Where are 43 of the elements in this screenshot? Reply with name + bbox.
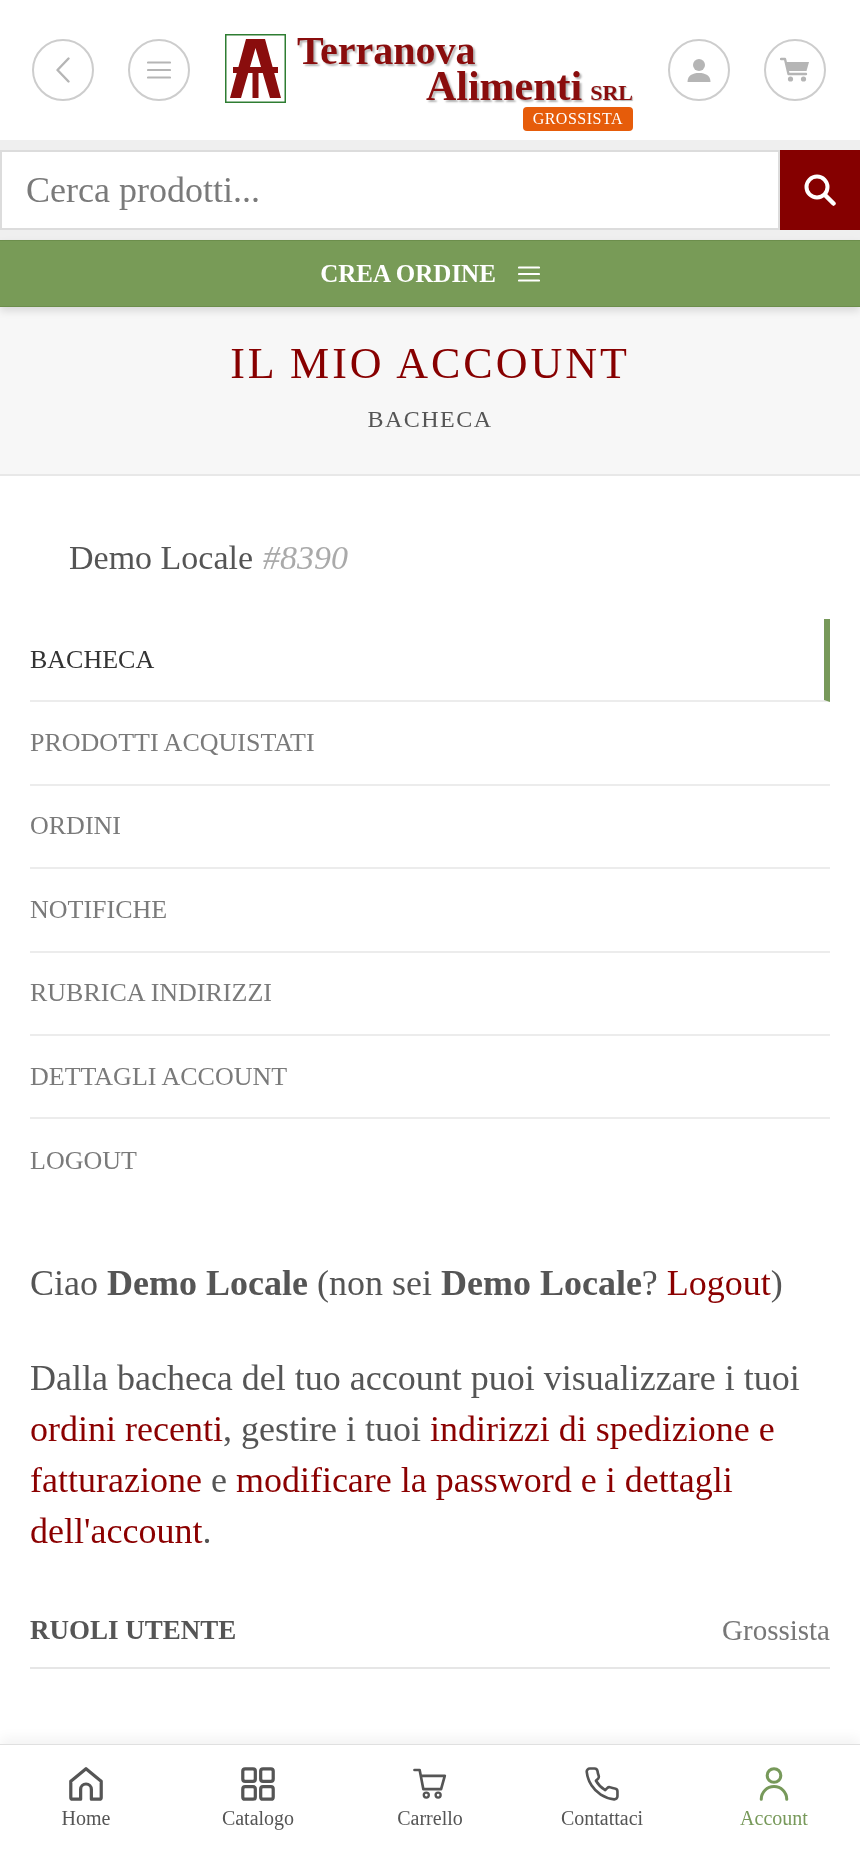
nav-tab[interactable]: Home <box>55 1745 117 1833</box>
menu-item[interactable]: DETTAGLI ACCOUNT <box>30 1035 830 1120</box>
text-link[interactable]: fatturazione <box>30 1459 202 1500</box>
dashboard-description: Dalla bacheca del tuo account puoi visualizzare i tuoi ordini recenti, gestire i tuoi indirizzi di spedizione e fatturazione e modificare la password e i dettagli dell'account. <box>30 1356 801 1553</box>
grid-icon <box>241 1767 275 1801</box>
menu-item[interactable]: BACHECA <box>30 619 830 703</box>
search-button[interactable] <box>780 150 860 230</box>
nav-tab[interactable]: Contattaci <box>554 1745 650 1833</box>
cart-icon <box>413 1767 447 1801</box>
phone-icon <box>585 1767 619 1801</box>
text-link[interactable]: modificare la password e i dettagli <box>235 1459 733 1500</box>
text-link[interactable]: indirizzi di spedizione e <box>429 1408 775 1449</box>
role-badge: GROSSISTA <box>522 107 633 131</box>
brand-name: Terranova <box>297 34 476 68</box>
menu-icon <box>517 265 540 282</box>
breadcrumb: BACHECA <box>367 405 493 434</box>
home-icon <box>69 1767 103 1801</box>
greeting-text: Ciao Demo Locale (non sei Demo Locale? Logout) <box>30 1261 784 1305</box>
text-link[interactable]: ordini recenti <box>30 1408 223 1449</box>
menu-item[interactable]: NOTIFICHE <box>30 869 830 953</box>
account-number: #8390 <box>263 538 349 578</box>
brand-name: Alimenti <box>425 69 583 103</box>
roles-label: RUOLI UTENTE <box>30 1615 237 1647</box>
menu-item[interactable]: PRODOTTI ACQUISTATI <box>30 702 830 786</box>
search-field[interactable]: Cerca prodotti... <box>0 150 780 230</box>
menu-item[interactable]: LOGOUT <box>30 1119 830 1203</box>
chevron-left-icon <box>56 57 70 83</box>
text-link[interactable]: dell'account <box>30 1510 203 1551</box>
nav-tab[interactable]: Carrello <box>391 1745 469 1833</box>
person-icon <box>687 58 711 82</box>
menu-icon <box>147 61 171 79</box>
nav-tab[interactable]: Catalogo <box>215 1745 301 1833</box>
logo-mark-icon <box>225 34 286 103</box>
search-icon <box>804 174 836 206</box>
logout-link[interactable]: Logout <box>666 1262 771 1303</box>
menu-item[interactable]: RUBRICA INDIRIZZI <box>30 952 830 1036</box>
page-title: IL MIO ACCOUNT <box>230 338 630 390</box>
cart-icon <box>780 57 810 83</box>
menu-item[interactable]: ORDINI <box>30 785 830 870</box>
roles-value: Grossista <box>722 1614 830 1648</box>
brand-suffix: SRL <box>590 82 633 104</box>
account-name: Demo Locale <box>69 538 254 578</box>
person-icon <box>757 1767 791 1801</box>
